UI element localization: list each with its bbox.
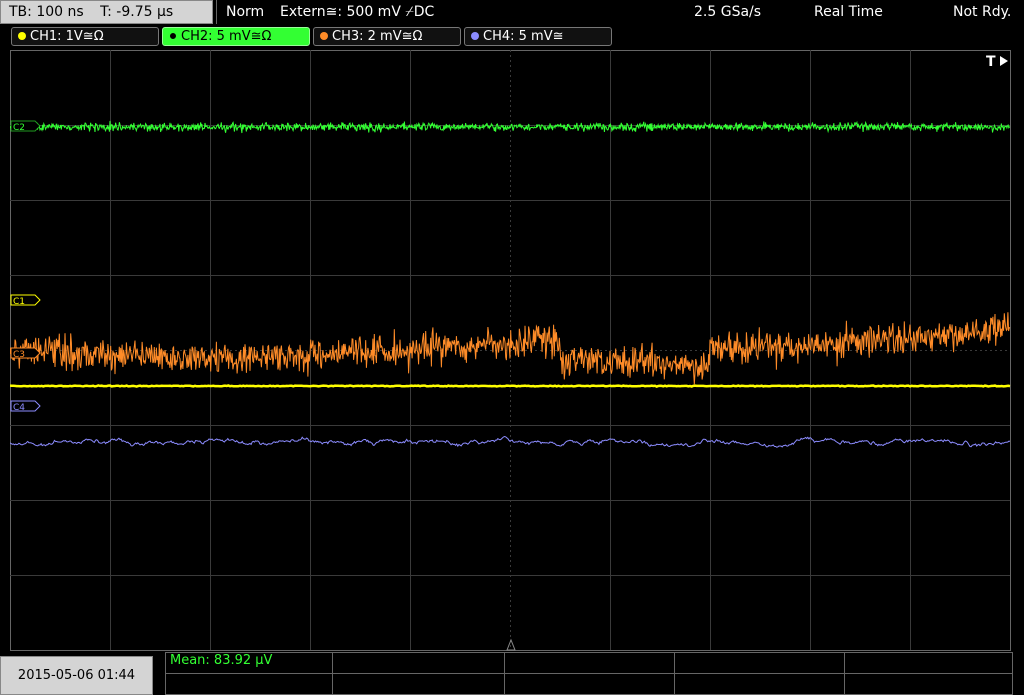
sample-rate: 2.5 GSa/s xyxy=(694,4,762,20)
measurement-table[interactable] xyxy=(165,652,1013,695)
channel-3-label: CH3: 2 mV≅Ω xyxy=(332,29,423,44)
channel-3-dot-icon xyxy=(320,32,328,40)
bottom-bar: 2015-05-06 01:44 Mean: 83.92 µV xyxy=(0,652,1024,695)
channel-2-label: CH2: 5 mV≅Ω xyxy=(181,29,272,44)
trigger-source[interactable]: Extern≅: 500 mV ⌿DC xyxy=(280,0,434,25)
acquisition-mode[interactable]: Norm xyxy=(226,0,264,25)
channel-4-label: CH4: 5 mV≅ xyxy=(483,29,564,44)
trigger-time-value: T: -9.75 µs xyxy=(100,4,174,20)
acquisition-status: Not Rdy. xyxy=(953,4,1012,20)
channel-4-button[interactable]: CH4: 5 mV≅ xyxy=(464,27,612,46)
separator xyxy=(216,0,217,24)
mean-measurement[interactable]: Mean: 83.92 µV xyxy=(170,653,272,668)
c2-marker-label: C2 xyxy=(13,123,25,133)
timebase-box[interactable]: TB: 100 ns T: -9.75 µs xyxy=(0,0,213,24)
channel-2-dot-icon xyxy=(169,32,177,40)
channel-1-dot-icon xyxy=(18,32,26,40)
c3-marker-label: C3 xyxy=(13,350,25,360)
timebase-value: TB: 100 ns xyxy=(9,4,84,20)
waveform-display[interactable]: T C1 C3 C4 C2 xyxy=(10,50,1011,651)
realtime-mode: Real Time xyxy=(814,4,883,20)
c1-marker-label: C1 xyxy=(13,297,25,307)
trigger-marker: T xyxy=(986,54,996,70)
top-status-bar: TB: 100 ns T: -9.75 µs Norm Extern≅: 500… xyxy=(0,0,1024,25)
channel-3-button[interactable]: CH3: 2 mV≅Ω xyxy=(313,27,461,46)
date-time-box: 2015-05-06 01:44 xyxy=(0,656,153,695)
channel-1-button[interactable]: CH1: 1V≅Ω xyxy=(11,27,159,46)
c4-marker-label: C4 xyxy=(13,403,25,413)
channel-4-dot-icon xyxy=(471,32,479,40)
channel-1-trace xyxy=(10,384,1011,388)
channel-bar: CH1: 1V≅Ω CH2: 5 mV≅Ω CH3: 2 mV≅Ω CH4: 5… xyxy=(0,26,1024,48)
channel-1-label: CH1: 1V≅Ω xyxy=(30,29,104,44)
channel-2-button[interactable]: CH2: 5 mV≅Ω xyxy=(162,27,310,46)
